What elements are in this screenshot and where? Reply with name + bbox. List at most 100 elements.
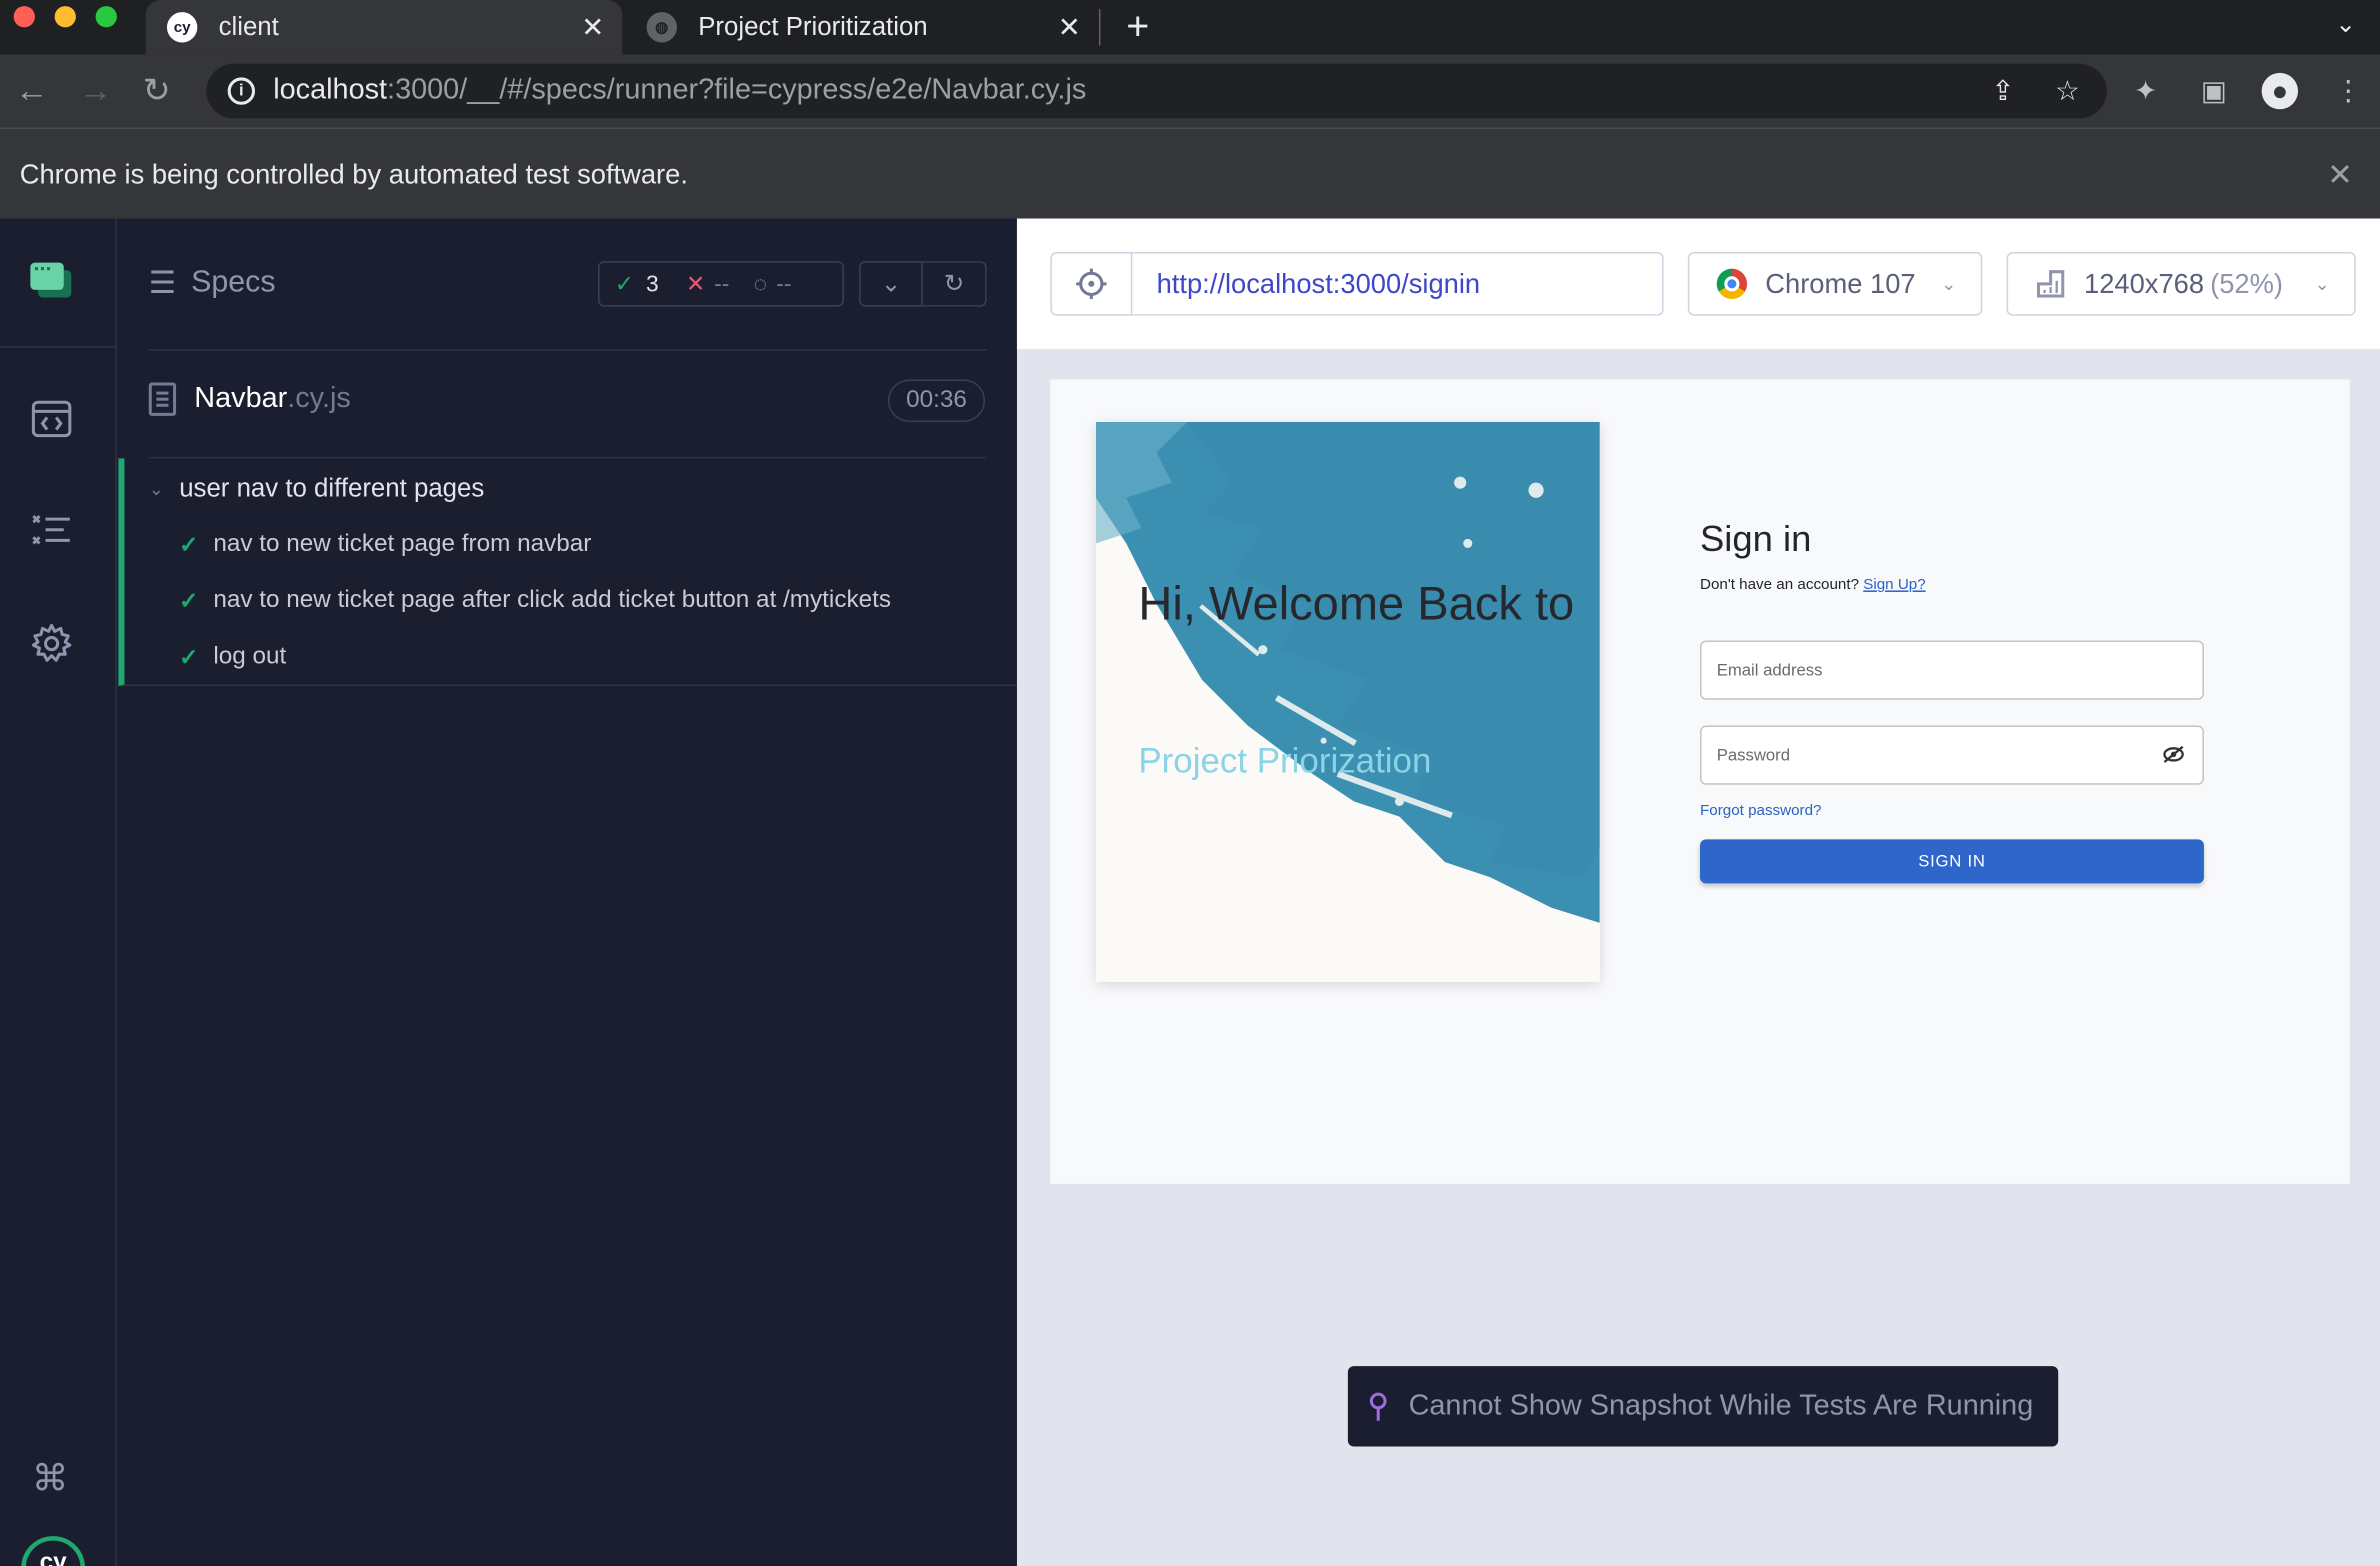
- ruler-icon: [2036, 270, 2065, 298]
- snapshot-message-text: Cannot Show Snapshot While Tests Are Run…: [1408, 1389, 2034, 1422]
- settings-gear-icon[interactable]: [30, 622, 73, 665]
- test-suite[interactable]: ⌄ user nav to different pages ✓ nav to n…: [118, 458, 1017, 687]
- rerun-tests-icon[interactable]: ↻: [922, 261, 987, 307]
- back-arrow-icon[interactable]: ←: [15, 72, 48, 109]
- selector-playground-crosshair-icon[interactable]: [1050, 251, 1133, 316]
- globe-icon: ◍: [646, 12, 677, 43]
- password-placeholder: Password: [1716, 746, 1791, 765]
- app-iframe: Hi, Welcome Back to Project Priorization…: [1050, 379, 2350, 1184]
- email-placeholder: Email address: [1716, 661, 1823, 680]
- keyboard-shortcuts-icon[interactable]: ⌘: [32, 1457, 68, 1501]
- tab-title: client: [218, 12, 279, 41]
- forgot-password-link[interactable]: Forgot password?: [1700, 803, 1821, 820]
- test-item[interactable]: ✓ nav to new ticket page after click add…: [179, 587, 891, 614]
- browser-tab-project[interactable]: ◍ Project Prioritization ✕: [628, 0, 1099, 55]
- chevron-down-icon: ⌄: [148, 478, 165, 500]
- failed-x-icon: ✕: [685, 271, 706, 298]
- maximize-window-button[interactable]: [95, 6, 117, 28]
- close-tab-icon[interactable]: ✕: [581, 11, 604, 43]
- browser-tab-client[interactable]: cy client ✕: [145, 0, 623, 55]
- close-tab-icon[interactable]: ✕: [1058, 11, 1081, 43]
- chevron-down-icon: ⌄: [1941, 273, 1957, 295]
- url-path: :3000/__/#/specs/runner?file=cypress/e2e…: [387, 74, 1087, 107]
- browser-tab-strip: cy client ✕ ◍ Project Prioritization ✕ +…: [0, 0, 2380, 55]
- pass-check-icon: ✓: [179, 588, 199, 615]
- viewport-scale: (52%): [2210, 267, 2283, 299]
- test-item[interactable]: ✓ nav to new ticket page from navbar: [179, 531, 591, 558]
- forward-arrow-icon[interactable]: →: [79, 72, 112, 109]
- specs-toggle[interactable]: ☰ Specs: [149, 264, 276, 302]
- new-tab-button[interactable]: +: [1126, 3, 1149, 50]
- close-window-button[interactable]: [13, 6, 35, 28]
- document-icon: [148, 382, 177, 416]
- test-title: nav to new ticket page from navbar: [213, 531, 592, 558]
- minimize-window-button[interactable]: [54, 6, 76, 28]
- signin-button[interactable]: SIGN IN: [1699, 839, 2204, 884]
- address-bar[interactable]: i localhost :3000/__/#/specs/runner?file…: [206, 63, 2107, 119]
- welcome-hero: Hi, Welcome Back to Project Priorization: [1095, 421, 1600, 983]
- collapse-all-chevron-icon[interactable]: ⌄: [859, 261, 923, 307]
- viewport-size: 1240x768: [2084, 267, 2205, 299]
- spec-extension: .cy.js: [287, 382, 351, 415]
- spec-file-header: Navbar .cy.js: [148, 382, 351, 416]
- email-field[interactable]: Email address: [1699, 640, 2204, 700]
- hero-title: Hi, Welcome Back to: [1138, 576, 1575, 630]
- aut-url-field[interactable]: http://localhost:3000/signin: [1132, 251, 1664, 316]
- tab-separator: [1098, 9, 1101, 46]
- pass-check-icon: ✓: [179, 645, 199, 671]
- signup-prompt-text: Don't have an account?: [1699, 576, 1860, 594]
- test-item[interactable]: ✓ log out: [179, 644, 286, 671]
- specs-list-toggle-icon: ☰: [148, 267, 176, 301]
- reload-icon[interactable]: ↻: [143, 72, 171, 109]
- reporter-panel: ☰ Specs ✓ 3 ✕ -- ◌ -- ⌄ ↻ Navbar .cy.js …: [118, 218, 1017, 1566]
- app-under-test-panel: http://localhost:3000/signin Chrome 107 …: [1016, 218, 2380, 1566]
- close-infobar-icon[interactable]: ✕: [2327, 156, 2352, 194]
- passed-count: 3: [645, 270, 659, 297]
- nav-divider: [0, 346, 117, 348]
- cypress-app-logo-icon[interactable]: [29, 261, 75, 300]
- url-host: localhost: [273, 74, 388, 107]
- pin-icon: [1369, 1391, 1387, 1420]
- suite-title: user nav to different pages: [179, 473, 485, 503]
- specs-nav-icon[interactable]: [30, 398, 73, 441]
- eye-off-icon[interactable]: [2163, 745, 2184, 763]
- test-title: log out: [213, 643, 287, 670]
- signup-link[interactable]: Sign Up?: [1863, 577, 1925, 594]
- browser-toolbar: ← → ↻ i localhost :3000/__/#/specs/runne…: [0, 54, 2380, 128]
- cypress-docs-logo-icon[interactable]: cy: [21, 1536, 85, 1566]
- snapshot-message: Cannot Show Snapshot While Tests Are Run…: [1347, 1366, 2059, 1447]
- passed-check-icon: ✓: [614, 271, 634, 298]
- spec-name: Navbar: [194, 382, 288, 415]
- share-icon[interactable]: ⇪: [1991, 76, 2014, 108]
- hero-subtitle: Project Priorization: [1138, 740, 1432, 781]
- viewport-selector[interactable]: 1240x768 (52%) ⌄: [2006, 251, 2356, 316]
- side-panel-icon[interactable]: ▣: [2201, 76, 2227, 108]
- spec-duration: 00:36: [887, 379, 986, 422]
- chrome-logo-icon: [1716, 268, 1748, 300]
- aut-header: http://localhost:3000/signin Chrome 107 …: [1016, 218, 2380, 350]
- test-title: nav to new ticket page after click add t…: [213, 587, 892, 614]
- failed-count: --: [714, 270, 730, 297]
- profile-avatar-icon[interactable]: ●: [2261, 72, 2299, 110]
- bookmark-star-icon[interactable]: ☆: [2055, 76, 2079, 108]
- infobar-message: Chrome is being controlled by automated …: [19, 159, 688, 190]
- browser-selector[interactable]: Chrome 107 ⌄: [1687, 251, 1983, 316]
- reporter-divider: [148, 349, 987, 351]
- test-stats: ✓ 3 ✕ -- ◌ --: [598, 261, 844, 307]
- signup-prompt: Don't have an account? Sign Up?: [1700, 577, 1926, 594]
- runs-nav-icon[interactable]: [30, 510, 73, 553]
- pass-check-icon: ✓: [179, 532, 199, 559]
- cypress-side-nav: ⌘ cy: [0, 218, 117, 1566]
- password-field[interactable]: Password: [1699, 725, 2204, 785]
- automation-infobar: Chrome is being controlled by automated …: [0, 127, 2380, 219]
- extensions-puzzle-icon[interactable]: ✦: [2134, 76, 2157, 108]
- site-info-icon[interactable]: i: [227, 77, 255, 105]
- browser-name: Chrome 107: [1765, 267, 1916, 299]
- pending-spinner-icon: ◌: [753, 270, 768, 297]
- pending-count: --: [776, 270, 792, 297]
- suite-header[interactable]: ⌄ user nav to different pages: [149, 474, 485, 504]
- tab-search-chevron-icon[interactable]: ⌄: [2335, 9, 2355, 39]
- more-menu-icon[interactable]: ⋮: [2334, 76, 2361, 108]
- cypress-favicon-icon: cy: [166, 12, 198, 43]
- tab-title: Project Prioritization: [698, 12, 928, 41]
